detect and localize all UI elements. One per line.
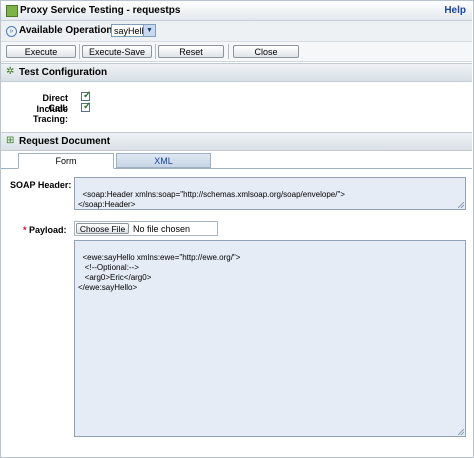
tab-strip: Form XML [1,152,472,169]
soap-header-text: <soap:Header xmlns:soap="http://schemas.… [78,190,345,209]
operations-icon: » [6,26,17,37]
request-document-header[interactable]: ⊞ Request Document [1,132,472,151]
gear-icon: ✲ [6,66,15,77]
app-icon [6,5,18,17]
payload-text: <ewe:sayHello xmlns:ewe="http://ewe.org/… [78,253,241,292]
check-icon: ✓ [83,101,92,112]
check-icon: ✓ [83,90,92,101]
payload-label: Payload: [29,225,67,235]
test-configuration-header[interactable]: ✲ Test Configuration [1,63,472,82]
toolbar-separator [155,44,156,59]
required-marker: * [23,225,27,235]
window-title: Proxy Service Testing - requestps [20,5,181,16]
tab-form[interactable]: Form [18,153,114,169]
toolbar-separator [79,44,80,59]
button-bar: Execute Execute-Save Reset Close [1,42,472,62]
operations-select[interactable]: sayHello ▼ [111,24,156,37]
payload-label-wrap: * Payload: [23,225,67,235]
toolbar-separator [228,44,229,59]
file-status-text: No file chosen [133,224,191,234]
choose-file-button[interactable]: Choose File [76,223,129,234]
request-document-title: Request Document [19,136,111,147]
resize-grip-icon[interactable] [458,429,464,435]
operations-row: » Available Operations: sayHello ▼ [1,21,472,42]
resize-grip-icon[interactable] [458,202,464,208]
soap-header-textarea[interactable]: <soap:Header xmlns:soap="http://schemas.… [74,177,466,210]
soap-header-label: SOAP Header: [10,180,72,190]
file-chooser[interactable]: Choose File No file chosen [74,221,218,236]
document-icon: ⊞ [6,135,15,146]
execute-button[interactable]: Execute [6,45,76,58]
chevron-down-icon[interactable]: ▼ [143,25,155,36]
direct-call-checkbox[interactable]: ✓ [81,90,92,101]
include-tracing-label: Include Tracing: [32,104,68,124]
reset-button[interactable]: Reset [158,45,224,58]
payload-textarea[interactable]: <ewe:sayHello xmlns:ewe="http://ewe.org/… [74,240,466,437]
close-button[interactable]: Close [233,45,299,58]
operations-label: Available Operations: [19,25,122,36]
help-link[interactable]: Help [444,5,466,16]
include-tracing-checkbox[interactable]: ✓ [81,101,92,112]
execute-save-button[interactable]: Execute-Save [82,45,152,58]
test-configuration-title: Test Configuration [19,67,108,78]
tab-xml[interactable]: XML [116,153,211,168]
title-bar: Proxy Service Testing - requestps Help [1,1,472,21]
